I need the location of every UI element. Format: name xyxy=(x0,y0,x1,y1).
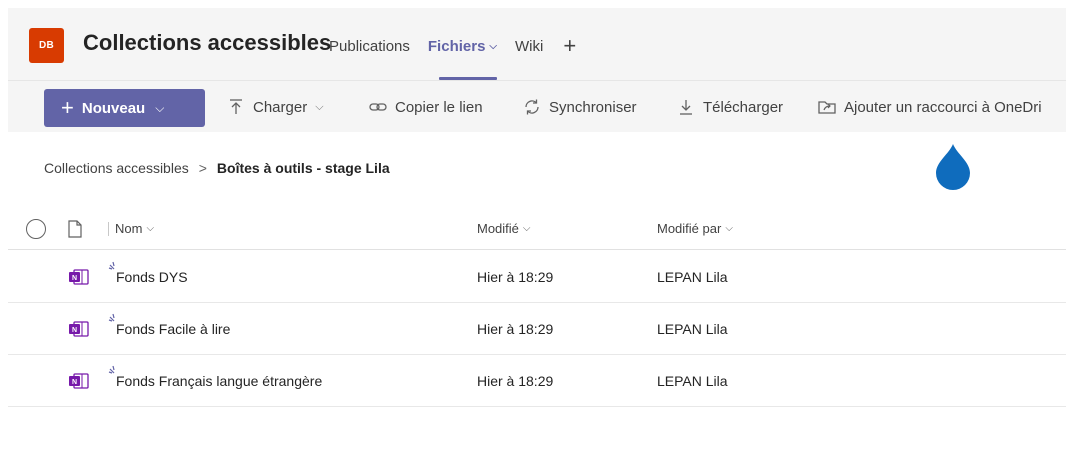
file-modified-by: LEPAN Lila xyxy=(657,372,728,389)
upload-button[interactable]: Charger ⌵ xyxy=(227,98,324,116)
page-title: Collections accessibles xyxy=(83,30,332,55)
command-bar: + Nouveau ⌵ Charger ⌵ Copier le lien Syn… xyxy=(8,80,1066,132)
table-row[interactable]: N Fonds Français langue étrangère Hier à… xyxy=(8,355,1066,407)
column-header-modified-by[interactable]: Modifié par ⌵ xyxy=(657,208,733,249)
new-button-label: Nouveau xyxy=(81,99,146,117)
file-type-icon[interactable] xyxy=(68,208,82,249)
file-modified-by: LEPAN Lila xyxy=(657,268,728,285)
column-header-modified-label: Modifié xyxy=(477,221,519,236)
link-icon xyxy=(369,98,387,116)
upload-icon xyxy=(227,98,245,116)
column-header-modified-by-label: Modifié par xyxy=(657,221,722,236)
file-modified: Hier à 18:29 xyxy=(477,372,554,389)
column-header-modified[interactable]: Modifié ⌵ xyxy=(477,208,531,249)
file-modified-by: LEPAN Lila xyxy=(657,320,728,337)
chevron-down-icon: ⌵ xyxy=(725,223,733,234)
download-button[interactable]: Télécharger xyxy=(677,98,783,116)
file-name[interactable]: Fonds Facile à lire xyxy=(116,303,230,354)
table-row[interactable]: N Fonds Facile à lire Hier à 18:29 LEPAN… xyxy=(8,303,1066,355)
file-modified: Hier à 18:29 xyxy=(477,268,554,285)
tab-publications[interactable]: Publications xyxy=(329,38,410,55)
onenote-icon: N xyxy=(68,303,90,354)
channel-tabs: Publications Fichiers ⌵ Wiki + xyxy=(329,35,576,57)
column-divider xyxy=(108,221,109,236)
onenote-icon: N xyxy=(68,355,90,406)
plus-icon: + xyxy=(61,95,74,120)
sync-label: Synchroniser xyxy=(549,98,637,116)
add-shortcut-button[interactable]: Ajouter un raccourci à OneDri xyxy=(818,98,1042,116)
breadcrumb-current: Boîtes à outils - stage Lila xyxy=(216,160,390,176)
file-name[interactable]: Fonds Français langue étrangère xyxy=(116,355,322,406)
tab-fichiers-label: Fichiers xyxy=(427,37,486,55)
chevron-down-icon: ⌵ xyxy=(155,100,165,115)
radio-circle xyxy=(26,218,46,239)
chevron-down-icon: ⌵ xyxy=(489,40,498,52)
team-avatar[interactable]: DB xyxy=(29,28,64,63)
file-name[interactable]: Fonds DYS xyxy=(116,251,188,302)
chevron-down-icon: ⌵ xyxy=(522,223,531,234)
add-tab-button[interactable]: + xyxy=(563,35,576,57)
chevron-down-icon: ⌵ xyxy=(146,223,155,234)
svg-text:N: N xyxy=(72,379,77,386)
add-shortcut-label: Ajouter un raccourci à OneDri xyxy=(844,98,1042,116)
chevron-down-icon: ⌵ xyxy=(315,100,324,113)
new-button[interactable]: + Nouveau ⌵ xyxy=(44,89,205,127)
column-header-name-label: Nom xyxy=(115,221,143,236)
copy-link-label: Copier le lien xyxy=(395,98,483,116)
sync-button[interactable]: Synchroniser xyxy=(523,98,637,116)
shortcut-icon xyxy=(818,98,836,116)
breadcrumb-separator: > xyxy=(198,160,207,176)
svg-text:N: N xyxy=(72,327,77,334)
onenote-icon: N xyxy=(68,251,90,302)
select-all-checkbox[interactable] xyxy=(26,208,46,249)
tab-wiki[interactable]: Wiki xyxy=(515,38,543,55)
file-modified: Hier à 18:29 xyxy=(477,320,554,337)
download-icon xyxy=(677,98,695,116)
files-content: Collections accessibles > Boîtes à outil… xyxy=(8,132,1066,460)
breadcrumb-root[interactable]: Collections accessibles xyxy=(44,160,189,176)
tab-fichiers[interactable]: Fichiers ⌵ xyxy=(428,38,497,55)
channel-header: DB Collections accessibles Publications … xyxy=(8,8,1066,80)
svg-text:N: N xyxy=(72,275,77,282)
copy-link-button[interactable]: Copier le lien xyxy=(369,98,483,116)
breadcrumb: Collections accessibles > Boîtes à outil… xyxy=(44,160,390,176)
upload-label: Charger xyxy=(253,98,308,116)
sync-icon xyxy=(523,98,541,116)
teams-window: DB Collections accessibles Publications … xyxy=(8,8,1066,460)
drop-marker-icon xyxy=(933,140,973,192)
table-row[interactable]: N Fonds DYS Hier à 18:29 LEPAN Lila xyxy=(8,251,1066,303)
column-header-name[interactable]: Nom ⌵ xyxy=(108,208,154,249)
list-header: Nom ⌵ Modifié ⌵ Modifié par ⌵ xyxy=(8,208,1066,250)
download-label: Télécharger xyxy=(703,98,784,116)
